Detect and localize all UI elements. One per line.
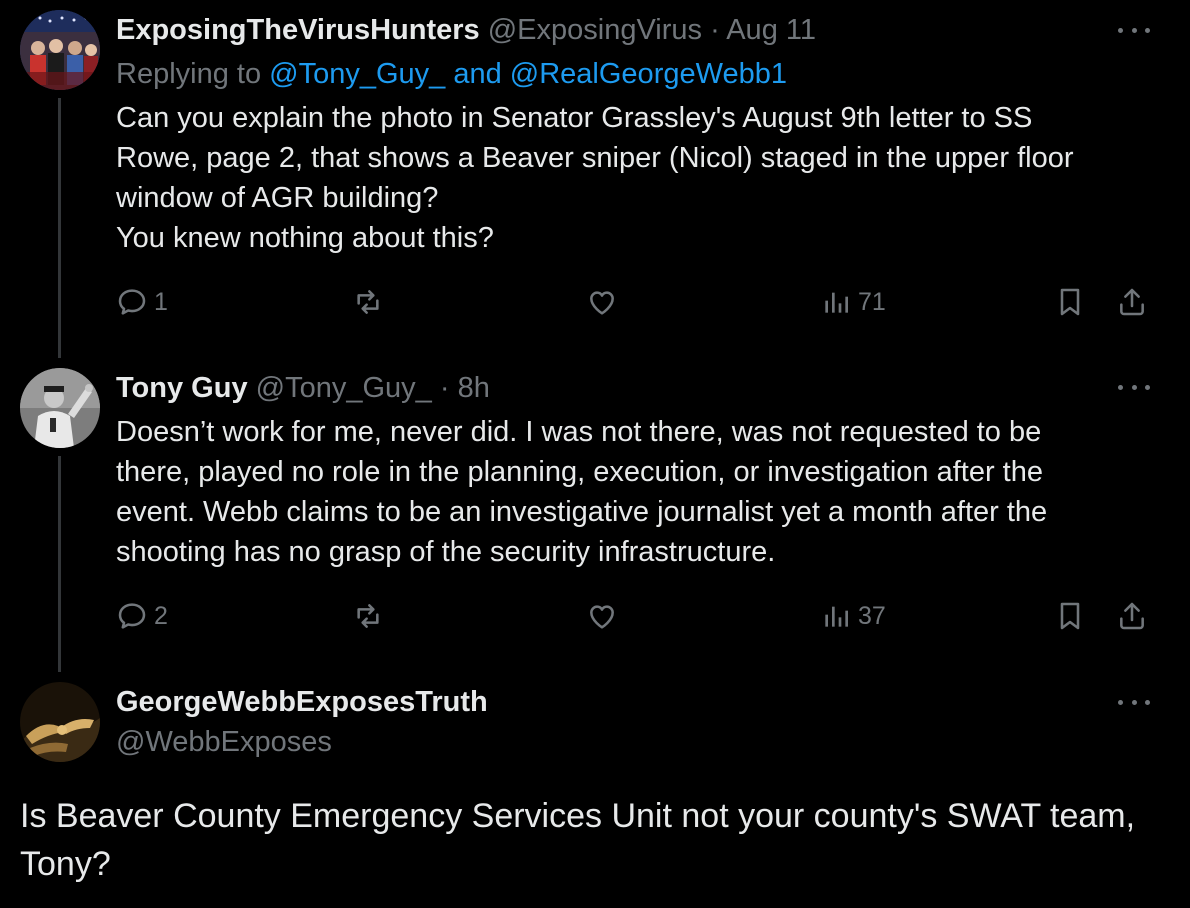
tweet-text-line: shooting has no grasp of the security in… — [116, 536, 776, 568]
reply-button[interactable]: 1 — [116, 284, 168, 320]
tweet-text: Can you explain the photo in Senator Gra… — [116, 98, 1156, 258]
replying-to-users-link[interactable]: @Tony_Guy_ and @RealGeorgeWebb1 — [269, 58, 787, 90]
tweet-text-line: Doesn’t work for me, never did. I was no… — [116, 416, 1042, 448]
tweet-text-line: Tony? — [20, 845, 111, 883]
tweet-header: ExposingTheVirusHunters @ExposingVirus ·… — [116, 12, 816, 48]
avatar-image — [20, 368, 100, 448]
retweet-button[interactable] — [352, 598, 384, 634]
tweet-text-line: there, played no role in the planning, e… — [116, 456, 1043, 488]
thread-line — [58, 456, 61, 672]
more-icon[interactable] — [1118, 381, 1150, 393]
tweet-text: Doesn’t work for me, never did. I was no… — [116, 412, 1156, 572]
handle[interactable]: @Tony_Guy_ — [256, 372, 432, 404]
share-button[interactable] — [1116, 598, 1148, 634]
avatar-exposingvirus[interactable] — [20, 10, 100, 90]
avatar-image — [20, 10, 100, 90]
bookmark-button[interactable] — [1054, 598, 1086, 634]
retweet-icon — [357, 604, 379, 628]
like-icon — [590, 291, 614, 315]
display-name[interactable]: ExposingTheVirusHunters — [116, 14, 480, 46]
bookmark-icon — [1060, 602, 1080, 630]
views-icon — [825, 292, 848, 313]
reply-count: 2 — [154, 601, 168, 630]
bookmark-button[interactable] — [1054, 284, 1086, 320]
views-count: 71 — [858, 287, 886, 316]
bookmark-icon — [1060, 288, 1080, 316]
main-tweet-text: Is Beaver County Emergency Services Unit… — [20, 792, 1170, 888]
reply-count: 1 — [154, 287, 168, 316]
handle[interactable]: @WebbExposes — [116, 726, 332, 758]
separator: · — [439, 372, 450, 404]
tweet-text-line: Is Beaver County Emergency Services Unit… — [20, 797, 1136, 835]
reply-icon — [118, 289, 146, 315]
avatar-webbexposes[interactable] — [20, 682, 100, 762]
more-icon[interactable] — [1118, 696, 1150, 708]
timestamp[interactable]: Aug 11 — [726, 14, 816, 46]
views-icon — [825, 606, 848, 627]
separator: · — [710, 14, 720, 46]
tweet-text-line: Can you explain the photo in Senator Gra… — [116, 102, 1033, 134]
handle[interactable]: @ExposingVirus — [488, 14, 702, 46]
more-icon[interactable] — [1118, 24, 1150, 36]
tweet-handle-row: @WebbExposes — [116, 724, 332, 760]
share-icon — [1120, 288, 1144, 316]
like-icon — [590, 605, 614, 629]
tweet-text-line: event. Webb claims to be an investigativ… — [116, 496, 1048, 528]
timestamp[interactable]: 8h — [458, 372, 490, 404]
share-button[interactable] — [1116, 284, 1148, 320]
tweet-text-line: Rowe, page 2, that shows a Beaver sniper… — [116, 142, 1074, 174]
views-button[interactable]: 71 — [820, 284, 886, 320]
replying-to: Replying to @Tony_Guy_ and @RealGeorgeWe… — [116, 56, 787, 92]
tweet-text-line: window of AGR building? — [116, 182, 439, 214]
tweet-text-line: You knew nothing about this? — [116, 222, 494, 254]
like-button[interactable] — [586, 598, 618, 634]
display-name[interactable]: GeorgeWebbExposesTruth — [116, 686, 488, 718]
like-button[interactable] — [586, 284, 618, 320]
thread-line — [58, 98, 61, 358]
reply-button[interactable]: 2 — [116, 598, 168, 634]
avatar-tony-guy[interactable] — [20, 368, 100, 448]
retweet-button[interactable] — [352, 284, 384, 320]
tweet-header: Tony Guy @Tony_Guy_ · 8h — [116, 370, 490, 406]
replying-prefix: Replying to — [116, 58, 262, 90]
retweet-icon — [357, 290, 379, 314]
avatar-image — [20, 682, 100, 762]
views-button[interactable]: 37 — [820, 598, 886, 634]
display-name[interactable]: Tony Guy — [116, 372, 248, 404]
reply-icon — [118, 603, 146, 629]
tweet-header: GeorgeWebbExposesTruth — [116, 684, 488, 720]
share-icon — [1120, 602, 1144, 630]
views-count: 37 — [858, 601, 886, 630]
